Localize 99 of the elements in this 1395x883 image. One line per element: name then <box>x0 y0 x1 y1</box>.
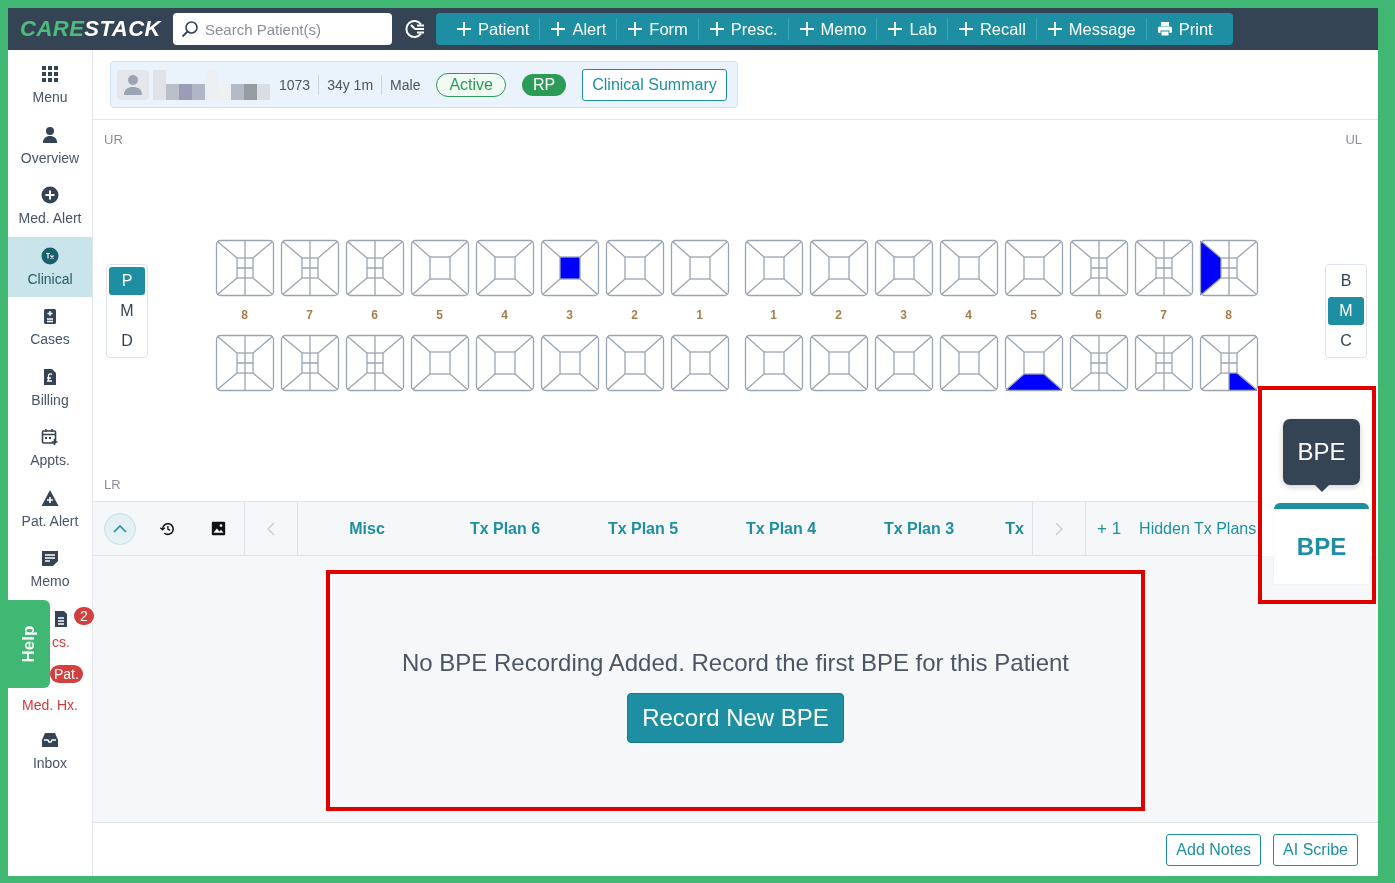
toolbar-button[interactable]: Form <box>617 13 698 45</box>
footer-button[interactable]: AI Scribe <box>1273 833 1358 866</box>
tooth-diagram[interactable] <box>1198 238 1259 297</box>
tooth-number: 2 <box>834 308 843 322</box>
patient-id: 1073 <box>279 76 311 93</box>
mode-toggle[interactable]: P <box>109 267 145 295</box>
sidebar-item[interactable]: Med. Alert <box>18 210 82 227</box>
plan-tab[interactable]: Tx Plan 4 <box>712 502 850 555</box>
plus-icon <box>708 21 725 37</box>
help-tab[interactable]: Help <box>8 600 50 688</box>
count-badge: 2 <box>74 606 94 625</box>
image-icon[interactable] <box>211 521 226 536</box>
tooth-number: 4 <box>500 308 509 322</box>
plus-circle-icon <box>41 186 59 205</box>
toolbar-button[interactable]: Presc. <box>698 13 788 45</box>
plan-tab[interactable]: Misc <box>298 502 436 555</box>
search-field[interactable]: Search Patient(s) <box>173 13 392 45</box>
sidebar-item[interactable]: Clinical <box>8 236 92 297</box>
plus-icon <box>957 21 974 37</box>
tooth-number: 1 <box>769 308 778 322</box>
tooth-number: 7 <box>1159 308 1168 322</box>
search-icon <box>181 20 199 38</box>
footer-button[interactable]: Add Notes <box>1166 833 1262 866</box>
empty-message: No BPE Recording Added. Record the first BPE for this Patient <box>402 648 1069 677</box>
plan-tab[interactable]: Tx Plan 5 <box>574 502 712 555</box>
grid-icon <box>41 65 59 84</box>
status-badge: Active <box>436 72 506 97</box>
count-badge: Pat. <box>50 664 83 683</box>
clock-list-icon[interactable] <box>404 18 426 40</box>
quadrant-label: UL <box>1345 132 1362 147</box>
tooth-number: 5 <box>435 308 444 322</box>
person-icon <box>41 125 59 144</box>
tooth-number: 8 <box>1224 308 1233 322</box>
tooth-number: 6 <box>1094 308 1103 322</box>
document-icon <box>52 609 70 628</box>
sidebar-item[interactable]: Appts. <box>30 452 70 469</box>
sidebar-item[interactable]: Inbox <box>32 754 68 771</box>
tooth-number: 3 <box>565 308 574 322</box>
plus-icon <box>798 21 815 37</box>
tooltip: BPE <box>1283 419 1360 485</box>
toolbar-button[interactable]: Lab <box>877 13 947 45</box>
record-bpe-button[interactable]: Record New BPE <box>627 692 844 743</box>
rp-badge: RP <box>522 73 567 96</box>
print-icon <box>1156 21 1173 37</box>
hidden-count[interactable]: + 1 <box>1097 518 1122 539</box>
patient-sex: Male <box>390 76 421 93</box>
tooth-number: 7 <box>305 308 314 322</box>
toolbar-button[interactable]: Message <box>1036 13 1146 45</box>
avatar-icon <box>117 69 149 100</box>
tooth-number: 3 <box>899 308 908 322</box>
calendar-icon <box>41 428 59 447</box>
inbox-icon <box>41 730 59 749</box>
chevron-up-icon <box>113 524 127 533</box>
plan-tab[interactable]: Tx Plan 3 <box>850 502 988 555</box>
plan-tab[interactable]: Tx Plan 6 <box>436 502 574 555</box>
plan-tab[interactable]: Tx <box>988 502 1028 555</box>
sidebar-item[interactable]: cs. <box>52 633 70 650</box>
tooth-number: 6 <box>370 308 379 322</box>
sidebar-item[interactable]: Billing <box>31 391 69 408</box>
tooth-number: 1 <box>695 308 704 322</box>
sidebar-item[interactable]: Menu <box>32 89 68 106</box>
note-icon <box>41 549 59 568</box>
plus-icon <box>887 21 904 37</box>
hidden-plans-link[interactable]: Hidden Tx Plans <box>1139 519 1257 538</box>
sidebar-item[interactable]: Med. Hx. <box>22 696 78 713</box>
tooth-number: 5 <box>1029 308 1038 322</box>
tooth-diagram[interactable] <box>1003 333 1064 392</box>
toolbar-button[interactable]: Print <box>1146 13 1223 45</box>
logo[interactable]: CARESTACK <box>20 16 165 42</box>
plus-icon <box>550 21 567 37</box>
tooth-diagram[interactable] <box>539 238 600 297</box>
clipboard-icon <box>41 307 59 326</box>
tooth-number: 4 <box>964 308 973 322</box>
sidebar-item[interactable]: Cases <box>30 331 70 348</box>
plus-icon <box>627 21 644 37</box>
toolbar-button[interactable]: Recall <box>947 13 1036 45</box>
clinical-summary-button[interactable]: Clinical Summary <box>582 68 727 101</box>
bpe-tab[interactable]: BPE <box>1274 503 1369 584</box>
warning-plus-icon <box>41 488 59 507</box>
quadrant-label: UR <box>104 132 123 147</box>
plus-icon <box>1046 21 1063 37</box>
toolbar-button[interactable]: Memo <box>788 13 877 45</box>
collapse-button[interactable] <box>104 512 136 545</box>
plus-icon <box>456 21 472 37</box>
mode-toggle[interactable]: M <box>1328 297 1364 325</box>
history-icon[interactable] <box>159 520 175 537</box>
patient-age: 34y 1m <box>327 76 374 93</box>
tooth-diagram[interactable] <box>1198 333 1259 392</box>
pound-document-icon <box>41 367 59 386</box>
prescription-circle-icon <box>41 246 59 265</box>
sidebar-item[interactable]: Memo <box>30 573 70 590</box>
tooth-number: 8 <box>240 308 249 322</box>
toolbar-button[interactable]: Alert <box>540 13 617 45</box>
tooltip-pointer <box>1315 485 1329 492</box>
sidebar-item[interactable]: Overview <box>20 149 80 166</box>
quadrant-label: LR <box>104 477 121 492</box>
sidebar-item[interactable]: Pat. Alert <box>21 512 79 529</box>
tooth-number: 2 <box>630 308 639 322</box>
toolbar-button[interactable]: Patient <box>446 13 540 45</box>
